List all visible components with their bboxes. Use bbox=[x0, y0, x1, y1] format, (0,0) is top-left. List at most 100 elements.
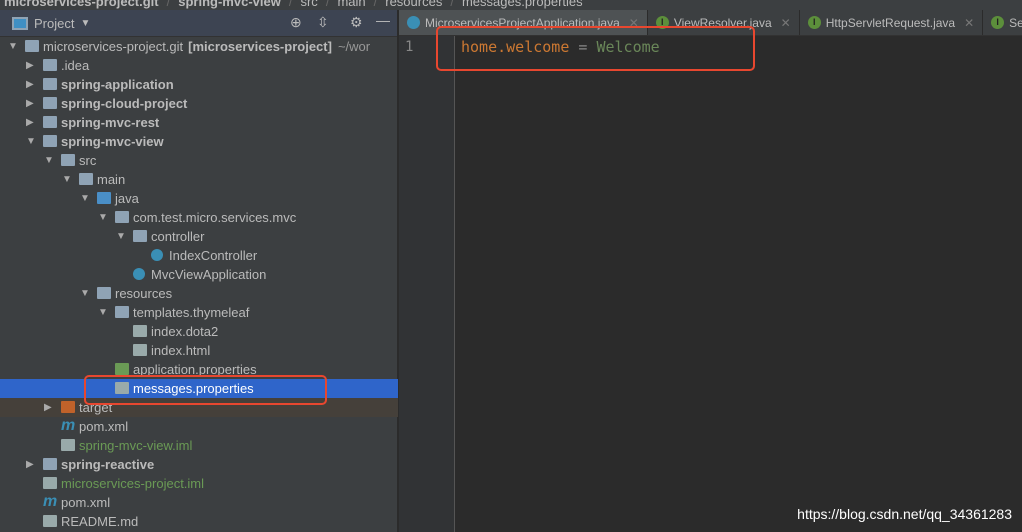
expand-arrow-open-icon[interactable]: ▼ bbox=[26, 132, 36, 151]
folder-icon bbox=[43, 59, 57, 71]
project-panel-header: Project ▼ bbox=[0, 10, 397, 37]
tree-item[interactable]: ▼ src bbox=[0, 151, 398, 170]
tree-item[interactable]: ▶ .idea bbox=[0, 56, 398, 75]
chevron-down-icon[interactable]: ▼ bbox=[80, 18, 90, 29]
expand-arrow-open-icon[interactable]: ▼ bbox=[116, 227, 126, 246]
tree-item[interactable]: ▶ spring-cloud-project bbox=[0, 94, 398, 113]
breadcrumb-item[interactable]: spring-mvc-view bbox=[178, 0, 281, 10]
tree-item-name: .idea bbox=[61, 58, 90, 73]
tree-item[interactable]: index.html bbox=[0, 341, 398, 360]
interface-icon: I bbox=[807, 16, 821, 29]
project-view-dropdown[interactable]: Project bbox=[34, 16, 74, 31]
breadcrumb-separator: / bbox=[288, 0, 293, 9]
class-icon bbox=[151, 249, 163, 261]
gear-icon[interactable]: ⚙ bbox=[350, 14, 363, 31]
module-name: [microservices-project] bbox=[188, 39, 332, 54]
minimize-icon[interactable]: — bbox=[376, 12, 390, 28]
tree-item[interactable]: spring-mvc-view.iml bbox=[0, 436, 398, 455]
tree-item[interactable]: ▶ spring-reactive bbox=[0, 455, 398, 474]
highlight-box-code bbox=[436, 26, 755, 71]
tree-item[interactable]: index.dota2 bbox=[0, 322, 398, 341]
expand-arrow-closed-icon[interactable]: ▶ bbox=[26, 56, 34, 75]
project-icon bbox=[12, 16, 28, 30]
tree-item-name: src bbox=[79, 153, 97, 168]
tree-item-label: main bbox=[97, 170, 125, 189]
expand-arrow-open-icon[interactable]: ▼ bbox=[98, 303, 108, 322]
module-path: ~/wor bbox=[337, 39, 371, 54]
markdown-icon bbox=[43, 515, 57, 527]
tree-item-label: index.dota2 bbox=[151, 322, 218, 341]
expand-arrow-closed-icon[interactable]: ▶ bbox=[26, 94, 34, 113]
tree-item-label: spring-mvc-view bbox=[61, 132, 164, 151]
tree-item-name: controller bbox=[151, 229, 205, 244]
tree-item[interactable]: README.md bbox=[0, 512, 398, 531]
tree-item-label: microservices-project.git [microservices-… bbox=[43, 37, 370, 56]
tree-item-label: .idea bbox=[61, 56, 89, 75]
folder-icon bbox=[61, 154, 75, 166]
iml-icon bbox=[61, 439, 75, 451]
tree-item[interactable]: ▼ java bbox=[0, 189, 398, 208]
tree-item[interactable]: ▶ spring-mvc-rest bbox=[0, 113, 398, 132]
tree-item[interactable]: ▼ main bbox=[0, 170, 398, 189]
expand-arrow-open-icon[interactable]: ▼ bbox=[44, 151, 54, 170]
tree-item[interactable]: ▼ microservices-project.git [microservices… bbox=[0, 37, 398, 56]
tree-item[interactable]: ▶ spring-application bbox=[0, 75, 398, 94]
tree-item-label: MvcViewApplication bbox=[151, 265, 266, 284]
expand-arrow-open-icon[interactable]: ▼ bbox=[98, 208, 108, 227]
tree-item-label: spring-cloud-project bbox=[61, 94, 187, 113]
tree-item[interactable]: ▼ templates.thymeleaf bbox=[0, 303, 398, 322]
tree-item[interactable]: ▼ resources bbox=[0, 284, 398, 303]
collapse-icon[interactable]: ⇳ bbox=[317, 14, 329, 31]
tree-item-label: controller bbox=[151, 227, 204, 246]
interface-icon: I bbox=[991, 16, 1005, 29]
line-gutter bbox=[399, 36, 455, 532]
module-icon bbox=[43, 116, 57, 128]
tree-item[interactable]: MvcViewApplication bbox=[0, 265, 398, 284]
locate-icon[interactable]: ⊕ bbox=[290, 14, 302, 31]
expand-arrow-open-icon[interactable]: ▼ bbox=[62, 170, 72, 189]
tree-item[interactable]: m pom.xml bbox=[0, 417, 398, 436]
iml-icon bbox=[43, 477, 57, 489]
tree-item-name: microservices-project.git bbox=[43, 39, 184, 54]
expand-arrow-open-icon[interactable]: ▼ bbox=[8, 37, 18, 56]
breadcrumb-item[interactable]: messages.properties bbox=[462, 0, 583, 10]
breadcrumb-item[interactable]: main bbox=[337, 0, 365, 10]
package-icon bbox=[115, 211, 129, 223]
module-icon bbox=[43, 135, 57, 147]
tree-item-name: com.test.micro.services.mvc bbox=[133, 210, 297, 225]
file-icon bbox=[133, 325, 147, 337]
breadcrumb-item[interactable]: resources bbox=[385, 0, 442, 10]
tab-servletr[interactable]: I ServletR bbox=[983, 10, 1022, 35]
expand-arrow-closed-icon[interactable]: ▶ bbox=[26, 113, 34, 132]
tree-item-name: spring-reactive bbox=[61, 457, 155, 472]
expand-arrow-closed-icon[interactable]: ▶ bbox=[26, 455, 34, 474]
tree-item-name: main bbox=[97, 172, 126, 187]
tab-httpservletrequest-java[interactable]: I HttpServletRequest.java ✕ bbox=[800, 10, 984, 35]
spring-app-icon bbox=[407, 16, 420, 29]
tree-item[interactable]: ▼ controller bbox=[0, 227, 398, 246]
expand-arrow-open-icon[interactable]: ▼ bbox=[80, 284, 90, 303]
highlight-box-file bbox=[84, 375, 327, 405]
close-icon[interactable]: ✕ bbox=[964, 16, 974, 30]
breadcrumb-item[interactable]: src bbox=[300, 0, 317, 10]
tree-item[interactable]: ▼ com.test.micro.services.mvc bbox=[0, 208, 398, 227]
tree-item[interactable]: microservices-project.iml bbox=[0, 474, 398, 493]
tree-item-label: microservices-project.iml bbox=[61, 474, 204, 493]
tree-item[interactable]: IndexController bbox=[0, 246, 398, 265]
tree-item[interactable]: m pom.xml bbox=[0, 493, 398, 512]
module-icon bbox=[25, 40, 39, 52]
expand-arrow-closed-icon[interactable]: ▶ bbox=[26, 75, 34, 94]
close-icon[interactable]: ✕ bbox=[781, 16, 791, 30]
tree-item-label: spring-mvc-view.iml bbox=[79, 436, 192, 455]
breadcrumb-item[interactable]: microservices-project.git bbox=[4, 0, 159, 10]
expand-arrow-open-icon[interactable]: ▼ bbox=[80, 189, 90, 208]
tree-item[interactable]: ▼ spring-mvc-view bbox=[0, 132, 398, 151]
breadcrumb-separator: / bbox=[450, 0, 454, 9]
tree-item-name: microservices-project.iml bbox=[61, 476, 205, 491]
tree-item-label: spring-reactive bbox=[61, 455, 154, 474]
excluded-folder-icon bbox=[61, 401, 75, 413]
expand-arrow-closed-icon[interactable]: ▶ bbox=[44, 398, 52, 417]
tree-item-name: spring-mvc-rest bbox=[61, 115, 160, 130]
maven-icon: m bbox=[43, 493, 58, 510]
spring-properties-icon bbox=[115, 363, 129, 375]
